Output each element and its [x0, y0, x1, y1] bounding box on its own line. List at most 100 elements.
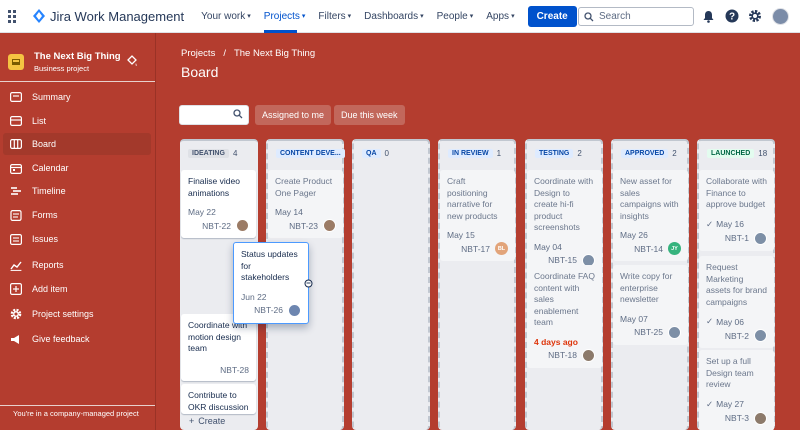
nav-apps[interactable]: Apps ▾	[486, 0, 514, 33]
card-title: Finalise video animations	[188, 176, 240, 198]
assignee-avatar[interactable]	[668, 325, 681, 339]
nav-dashboards[interactable]: Dashboards ▾	[364, 0, 423, 33]
nav-filters[interactable]: Filters ▾	[318, 0, 351, 33]
chevron-down-icon: ▾	[511, 13, 515, 20]
column-name: QA	[362, 149, 381, 158]
issue-card[interactable]: Craft positioning narrative for new prod…	[440, 170, 515, 261]
sidebar-item-reports[interactable]: Reports	[3, 254, 151, 276]
card-due-date: May 07	[620, 313, 648, 324]
breadcrumb: Projects / The Next Big Thing	[181, 48, 315, 59]
assignee-avatar[interactable]	[754, 411, 767, 425]
breadcrumb-projects[interactable]: Projects	[181, 48, 215, 59]
sidebar-item-calendar[interactable]: Calendar	[3, 157, 151, 179]
done-check-icon: ✓	[706, 218, 714, 229]
profile-avatar[interactable]	[772, 8, 789, 25]
card-title: Write copy for enterprise newsletter	[620, 271, 673, 304]
card-title: Set up a full Design team review	[706, 356, 754, 389]
sidebar-item-project-settings[interactable]: Project settings	[3, 303, 151, 325]
sidebar-item-give-feedback[interactable]: Give feedback	[3, 328, 151, 350]
project-type: Business project	[34, 64, 90, 73]
assigned-to-me-filter[interactable]: Assigned to me	[255, 105, 332, 125]
due-this-week-filter[interactable]: Due this week	[334, 105, 405, 125]
card-key: NBT-2	[724, 330, 749, 341]
jira-logo[interactable]: Jira Work Management	[8, 9, 184, 24]
issue-card[interactable]: Coordinate with motion design team NBT-2…	[181, 314, 256, 381]
search-placeholder: Search	[599, 11, 631, 22]
reports-icon	[10, 261, 22, 271]
column-count: 2	[672, 149, 677, 158]
calendar-icon	[10, 163, 22, 174]
sidebar-item-add-item[interactable]: Add item	[3, 278, 151, 300]
column-count: 0	[384, 149, 389, 158]
sidebar-item-forms[interactable]: Forms	[3, 204, 151, 226]
notifications-icon[interactable]	[700, 8, 716, 24]
issue-card[interactable]: Contribute to OKR discussion	[181, 384, 256, 414]
issue-card[interactable]: New asset for sales campaigns with insig…	[613, 170, 688, 261]
assignee-avatar[interactable]	[323, 219, 336, 232]
card-title: Collaborate with Finance to approve budg…	[706, 176, 767, 209]
assignee-avatar[interactable]	[288, 303, 301, 317]
nav-your-work[interactable]: Your work ▾	[201, 0, 251, 33]
issue-card[interactable]: Coordinate with Design to create hi-fi p…	[527, 170, 602, 273]
issue-card[interactable]: Request Marketing assets for brand campa…	[699, 256, 774, 348]
sidebar-footer-divider	[0, 405, 155, 406]
issue-card[interactable]: Write copy for enterprise newsletter May…	[613, 265, 688, 345]
app-switcher-icon[interactable]	[8, 9, 28, 23]
project-header[interactable]: The Next Big Thing Business project	[8, 51, 121, 73]
nav-projects[interactable]: Projects ▾	[263, 0, 305, 33]
dragging-issue-card[interactable]: Status updates for stakeholders Jun 22 N…	[233, 242, 309, 324]
project-sidebar: The Next Big Thing Business project Summ…	[0, 33, 156, 430]
card-title: Coordinate with Design to create hi-fi p…	[534, 176, 594, 232]
plus-icon: +	[189, 416, 195, 426]
card-key: NBT-28	[220, 364, 249, 375]
issue-card[interactable]: Create Product One Pager May 14 NBT-23	[268, 170, 343, 238]
chevron-down-icon: ▾	[469, 13, 474, 20]
search-input[interactable]: Search	[578, 7, 694, 26]
card-title: Coordinate FAQ content with sales enable…	[534, 271, 595, 327]
app-name: Jira Work Management	[50, 8, 185, 24]
assignee-avatar[interactable]	[754, 231, 767, 245]
sidebar-item-timeline[interactable]: Timeline	[3, 180, 151, 202]
issues-icon	[10, 233, 22, 245]
card-due-date: May 26	[620, 230, 648, 240]
card-due-date: May 04	[534, 241, 562, 252]
assignee-avatar[interactable]	[582, 348, 595, 362]
main-nav: Your work ▾ Projects ▾ Filters ▾ Dashboards…	[201, 0, 577, 33]
issue-card[interactable]: Coordinate FAQ content with sales enable…	[527, 265, 602, 368]
issue-card[interactable]: Set up a full Design team review ✓ May 27…	[699, 350, 774, 430]
breadcrumb-project[interactable]: The Next Big Thing	[234, 48, 315, 59]
create-issue-button[interactable]: + Create	[180, 412, 258, 430]
sidebar-item-summary[interactable]: Summary	[3, 86, 151, 108]
project-avatar-icon	[8, 54, 24, 70]
help-icon[interactable]: ?	[724, 8, 740, 24]
issue-card[interactable]: Finalise video animations May 22 NBT-22	[181, 170, 256, 238]
nav-people[interactable]: People ▾	[437, 0, 474, 33]
column-header: APPROVED 2	[621, 149, 677, 158]
sidebar-item-issues[interactable]: Issues	[3, 228, 151, 250]
theme-paint-icon[interactable]	[126, 55, 138, 70]
page-title: Board	[181, 64, 219, 80]
column-header: CONTENT DEVE...	[276, 149, 345, 158]
sidebar-item-list[interactable]: List	[3, 110, 151, 132]
settings-gear-icon[interactable]	[747, 8, 763, 24]
assignee-avatar[interactable]	[236, 219, 249, 232]
assignee-avatar[interactable]: JY	[668, 242, 681, 255]
grab-cursor-icon	[304, 277, 313, 291]
column-count: 1	[496, 149, 502, 158]
column-name: LAUNCHED	[707, 149, 755, 158]
card-key: NBT-23	[289, 220, 318, 231]
card-key: NBT-14	[634, 243, 663, 254]
chevron-down-icon: ▾	[420, 13, 424, 20]
assignee-avatar[interactable]	[754, 329, 767, 342]
board-search-input[interactable]	[179, 105, 249, 125]
card-due-date: May 06	[716, 316, 744, 327]
create-button[interactable]: Create	[527, 5, 577, 27]
sidebar-item-board[interactable]: Board	[3, 133, 151, 155]
column-header: IN REVIEW 1	[448, 149, 501, 158]
board-column-qa[interactable]: QA 0	[352, 139, 430, 430]
list-icon	[10, 116, 22, 126]
issue-card[interactable]: Collaborate with Finance to approve budg…	[699, 170, 774, 251]
column-name: IDEATING	[188, 149, 229, 158]
card-title: Create Product One Pager	[275, 176, 333, 198]
assignee-avatar[interactable]: BL	[495, 242, 508, 255]
